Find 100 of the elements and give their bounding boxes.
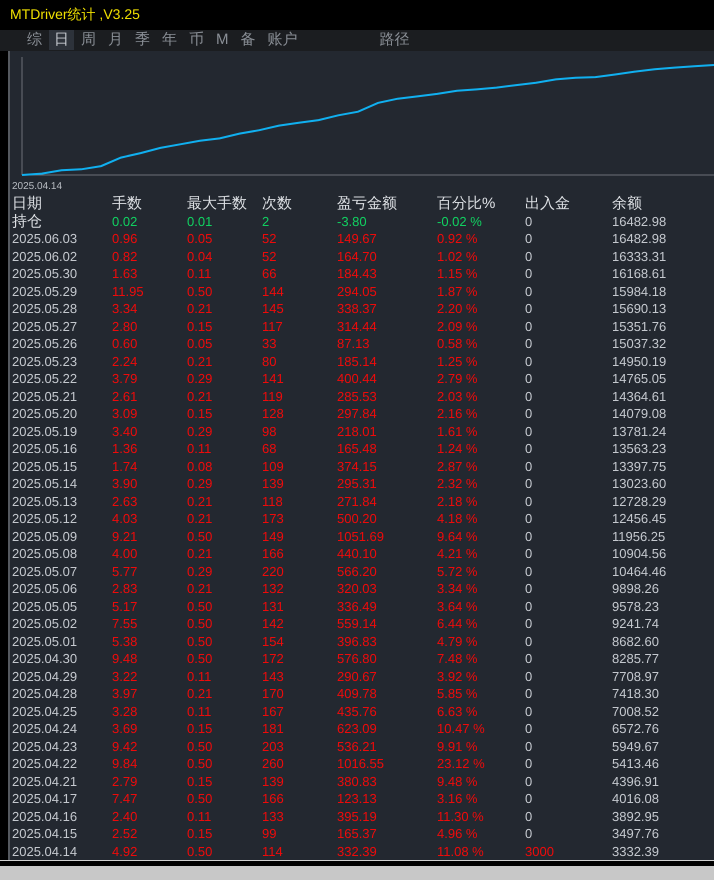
table-cell-text: 3.92 %	[437, 668, 478, 686]
tab[interactable]: 币	[184, 30, 209, 50]
table-cell-text: 139	[262, 475, 285, 493]
table-cell-text: 119	[262, 388, 284, 406]
table-cell-text: 3.34	[112, 300, 138, 318]
table-cell-text: 13397.75	[612, 458, 668, 476]
table-cell-text: 2	[262, 212, 270, 230]
table-cell-text: 380.83	[337, 772, 378, 790]
table-cell-text: 7418.30	[612, 685, 660, 703]
row-label: 2025.05.13	[12, 492, 78, 510]
table-cell-text: 2.32 %	[437, 475, 478, 493]
path-button[interactable]: 路径	[374, 30, 414, 50]
row-label: 2025.05.26	[12, 335, 78, 353]
table-cell-text: 0.50	[187, 528, 214, 546]
table-cell-text: 166	[262, 790, 285, 808]
table-cell-text: 0.21	[187, 300, 214, 318]
table-cell-text: 3.16 %	[437, 790, 478, 808]
table-cell-text: 170	[262, 685, 285, 703]
table-cell-text: 181	[262, 720, 285, 738]
table-cell-text: 2.09 %	[437, 318, 478, 336]
table-cell-text: 400.44	[337, 370, 378, 388]
row-label: 2025.04.21	[12, 772, 78, 790]
table-cell-text: 165.37	[337, 825, 378, 843]
table-cell-text: 11.30 %	[437, 808, 485, 826]
table-cell-text: 3.90	[112, 475, 138, 493]
table-cell-text: 0.92 %	[437, 230, 478, 248]
table-cell-text: 0.21	[187, 510, 214, 528]
table-cell-text: 0.29	[187, 370, 214, 388]
row-label: 2025.05.15	[12, 458, 78, 476]
table-cell-text: 9.42	[112, 738, 138, 756]
table-cell-text: 87.13	[337, 335, 371, 353]
table-cell-text: 166	[262, 545, 285, 563]
table-cell-text: 0	[525, 475, 534, 493]
table-cell-text: 290.67	[337, 668, 378, 686]
table-cell-text: 0	[525, 808, 534, 826]
table-cell-text: 0	[525, 598, 534, 616]
table-cell-text: 145	[262, 300, 285, 318]
tab[interactable]: 周	[76, 30, 101, 50]
table-cell-text: 0.21	[187, 685, 214, 703]
table-cell-text: 133	[262, 808, 285, 826]
table-cell-text: 13563.23	[612, 440, 668, 458]
table-cell-text: 0	[525, 580, 534, 598]
table-cell-text: 3.09	[112, 405, 138, 423]
tab[interactable]: 年	[157, 30, 182, 50]
table-cell-text: 1.02 %	[437, 248, 478, 266]
tab[interactable]: M	[211, 30, 234, 50]
table-cell-text: 0	[525, 300, 534, 318]
table-cell-text: 9898.26	[612, 580, 660, 598]
table-cell-text: 3.28	[112, 702, 138, 720]
table-cell-text: 15690.13	[612, 300, 668, 318]
table-cell-text: 336.49	[337, 598, 378, 616]
row-label: 2025.05.09	[12, 528, 78, 546]
table-cell-text: 2.80	[112, 318, 138, 336]
tab[interactable]: 日	[49, 30, 74, 50]
table-cell-text: 7008.52	[612, 702, 660, 720]
table-cell-text: 5.72 %	[437, 562, 478, 580]
table-cell-text: 4.18 %	[437, 510, 478, 528]
tab[interactable]: 账户	[262, 30, 302, 50]
table-cell-text: 0.02	[112, 212, 138, 230]
table-cell-text: 220	[262, 562, 285, 580]
table-cell-text: 0.50	[187, 790, 214, 808]
table-cell-text: 5.85 %	[437, 685, 478, 703]
table-cell-text: 0.11	[187, 702, 212, 720]
column-header: 最大手数	[187, 195, 248, 213]
table-cell-text: 2.40	[112, 808, 138, 826]
row-label: 2025.05.19	[12, 422, 78, 440]
table-cell-text: 9.48	[112, 650, 138, 668]
table-cell-text: 0.21	[187, 352, 214, 370]
table-cell-text: 10.47 %	[437, 720, 486, 738]
table-cell-text: 123.13	[337, 790, 378, 808]
table-cell-text: 139	[262, 772, 285, 790]
tab[interactable]: 月	[103, 30, 128, 50]
table-cell-text: -3.80	[337, 212, 368, 230]
table-cell-text: 566.20	[337, 562, 378, 580]
table-cell-text: 0	[525, 230, 534, 248]
table-cell-text: 114	[262, 842, 284, 860]
table-cell-text: 2.16 %	[437, 405, 478, 423]
table-cell-text: 98	[262, 422, 278, 440]
table-cell-text: 5.38	[112, 632, 138, 650]
table-cell-text: 0.50	[187, 632, 214, 650]
table-cell-text: 66	[262, 265, 278, 283]
table-cell-text: 3000	[525, 842, 555, 860]
tab[interactable]: 综	[22, 30, 47, 50]
table-cell-text: 143	[262, 668, 285, 686]
table-cell-text: 0.50	[187, 598, 214, 616]
tab[interactable]: 季	[130, 30, 155, 50]
table-cell-text: 1.63	[112, 265, 138, 283]
tab[interactable]: 备	[236, 30, 260, 50]
table-cell-text: 164.70	[337, 248, 378, 266]
row-label: 2025.04.14	[12, 842, 78, 860]
table-cell-text: 1.36	[112, 440, 138, 458]
table-cell-text: 6.44 %	[437, 615, 478, 633]
table-cell-text: 11.95	[112, 282, 145, 300]
table-cell-text: 297.84	[337, 405, 378, 423]
table-cell-text: 23.12 %	[437, 755, 486, 773]
table-cell-text: 7.47	[112, 790, 138, 808]
table-cell-text: 0.21	[187, 492, 214, 510]
table-cell-text: 117	[262, 318, 284, 336]
table-cell-text: 14765.05	[612, 370, 668, 388]
table-cell-text: 3.40	[112, 422, 138, 440]
